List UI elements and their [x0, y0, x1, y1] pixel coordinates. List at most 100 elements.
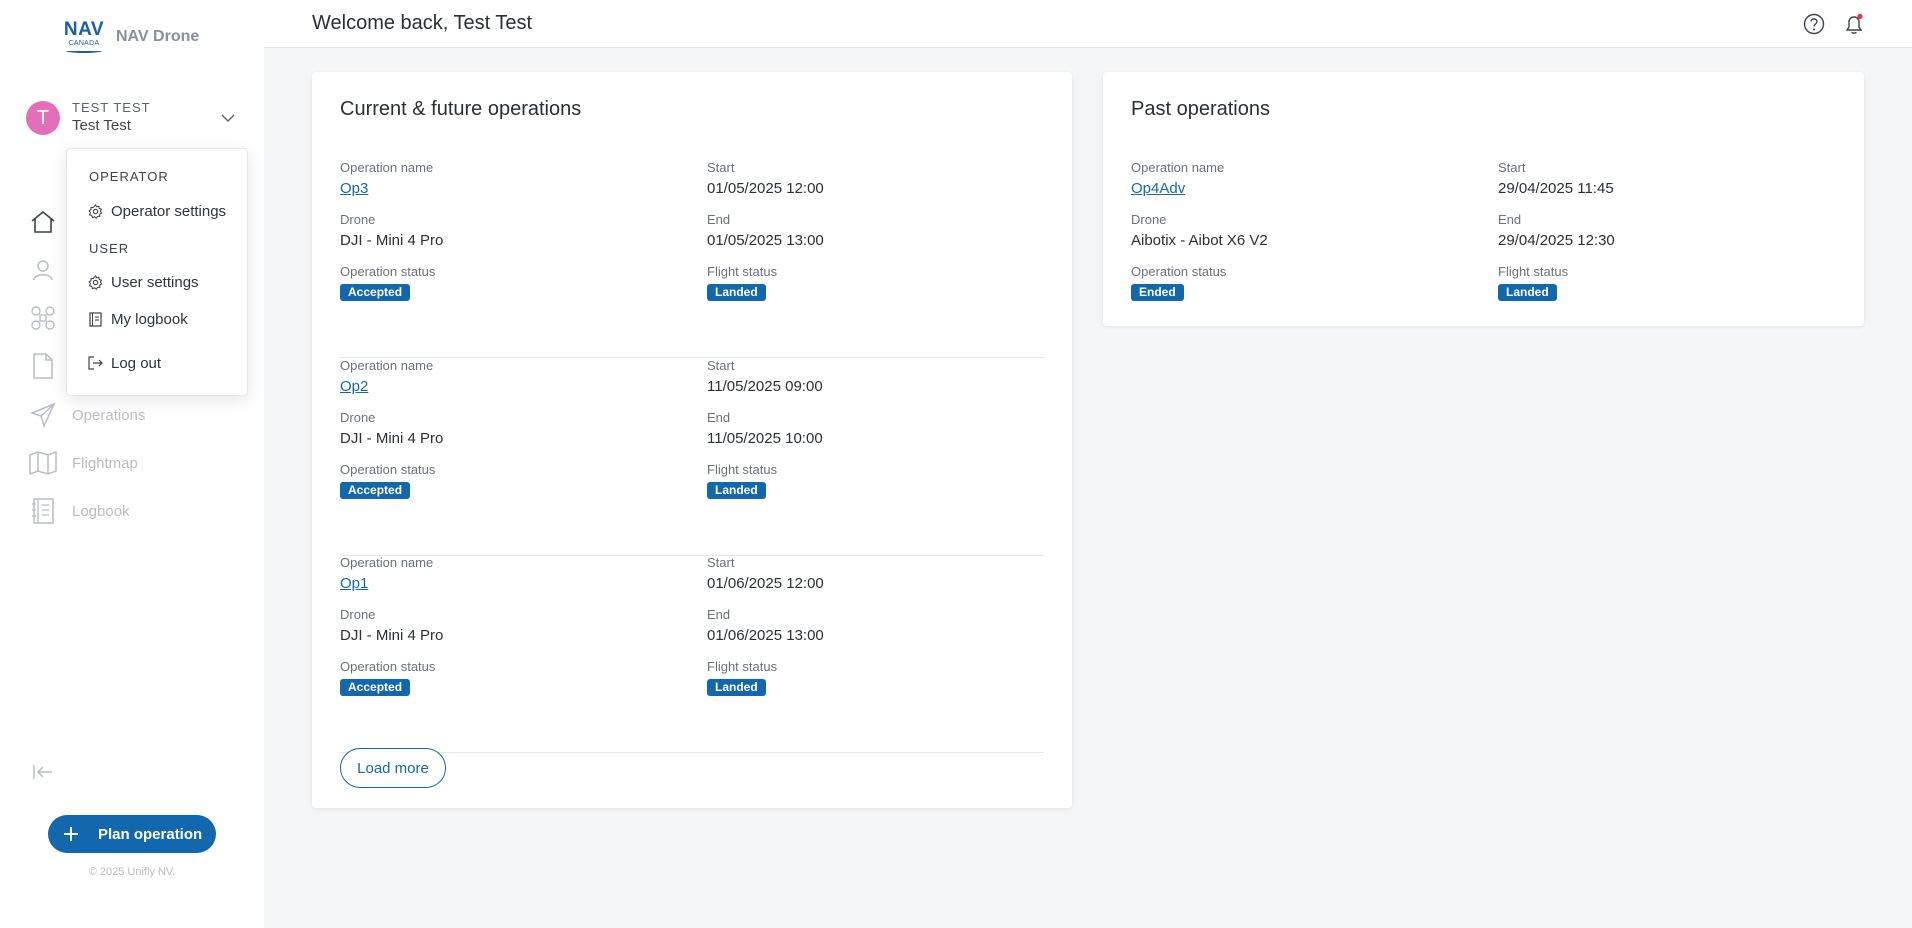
operation-link[interactable]: Op3 — [340, 179, 368, 199]
operation-name-label: Operation name — [340, 160, 434, 175]
user-settings-label: User settings — [111, 273, 199, 291]
user-dropdown-menu: OPERATOR Operator settings USER User set… — [66, 148, 248, 396]
notification-bell-icon[interactable] — [1842, 12, 1866, 36]
nav-canada-logo: NAV CANADA — [64, 20, 104, 53]
operation-item: Operation name Op1 Start 01/06/2025 12:00 … — [340, 555, 1044, 753]
load-more-button[interactable]: Load more — [340, 748, 446, 788]
end-value: 01/05/2025 13:00 — [707, 232, 824, 249]
operation-status-badge: Ended — [1131, 284, 1184, 301]
send-icon — [26, 398, 60, 432]
flight-status-badge: Landed — [707, 679, 766, 696]
brand-name: NAV Drone — [116, 27, 200, 45]
sidebar: NAV CANADA NAV Drone T TEST TEST Test Te… — [0, 0, 264, 928]
my-logbook-label: My logbook — [111, 310, 188, 328]
log-out-icon — [87, 355, 103, 371]
operation-link[interactable]: Op1 — [340, 574, 368, 594]
flight-status-badge: Landed — [707, 284, 766, 301]
menu-item-user-settings[interactable]: User settings — [87, 270, 237, 294]
logo-sub-text: CANADA — [68, 40, 100, 47]
nav-label-logbook: Logbook — [72, 502, 130, 520]
menu-item-log-out[interactable]: Log out — [87, 351, 237, 375]
logo-main-text: NAV — [63, 19, 105, 40]
operation-item: Operation name Op2 Start 11/05/2025 09:00 … — [340, 358, 1044, 556]
logbook-icon — [87, 311, 103, 327]
end-label: End — [1498, 212, 1522, 227]
start-value: 01/06/2025 12:00 — [707, 575, 824, 592]
operation-name-label: Operation name — [340, 555, 434, 570]
nav-item-operations[interactable]: Operations — [26, 395, 226, 435]
operation-link[interactable]: Op4Adv — [1131, 179, 1185, 199]
end-value: 01/06/2025 13:00 — [707, 627, 824, 644]
drone-label: Drone — [340, 607, 376, 622]
start-label: Start — [1498, 160, 1526, 175]
help-icon[interactable] — [1802, 12, 1826, 36]
operation-link[interactable]: Op2 — [340, 377, 368, 397]
user-name: Test Test — [72, 117, 131, 134]
end-label: End — [707, 410, 731, 425]
drone-value: DJI - Mini 4 Pro — [340, 627, 444, 644]
end-value: 29/04/2025 12:30 — [1498, 232, 1615, 249]
top-header: Welcome back, Test Test — [264, 0, 1912, 48]
nav-item-flightmap[interactable]: Flightmap — [26, 443, 226, 483]
gear-icon — [87, 203, 103, 219]
user-name-upper: TEST TEST — [72, 100, 151, 115]
flight-status-label: Flight status — [707, 462, 778, 477]
end-value: 11/05/2025 10:00 — [707, 430, 823, 447]
plan-operation-label: Plan operation — [98, 825, 203, 843]
chevron-down-icon[interactable] — [220, 110, 236, 126]
user-menu-toggle[interactable]: T TEST TEST Test Test — [26, 98, 236, 138]
menu-item-my-logbook[interactable]: My logbook — [87, 307, 237, 331]
past-operations-title: Past operations — [1131, 98, 1270, 120]
map-icon — [26, 446, 60, 480]
start-label: Start — [707, 160, 735, 175]
drone-value: Aibotix - Aibot X6 V2 — [1131, 232, 1268, 249]
document-icon — [26, 349, 60, 383]
operation-status-badge: Accepted — [340, 679, 411, 696]
start-value: 11/05/2025 09:00 — [707, 378, 823, 395]
operation-name-label: Operation name — [1131, 160, 1225, 175]
start-value: 29/04/2025 11:45 — [1498, 180, 1614, 197]
plus-icon — [62, 825, 80, 843]
log-out-label: Log out — [111, 354, 162, 372]
menu-item-operator-settings[interactable]: Operator settings — [87, 199, 237, 223]
current-operations-card: Current & future operations Operation na… — [312, 72, 1072, 808]
end-label: End — [707, 212, 731, 227]
collapse-sidebar-icon[interactable] — [32, 762, 54, 782]
nav-item-logbook[interactable]: Logbook — [26, 491, 226, 531]
current-operations-title: Current & future operations — [340, 98, 582, 120]
drone-label: Drone — [1131, 212, 1167, 227]
brand[interactable]: NAV CANADA NAV Drone — [64, 20, 199, 53]
user-icon — [26, 253, 60, 287]
operation-status-badge: Accepted — [340, 482, 411, 499]
operation-name-label: Operation name — [340, 358, 434, 373]
flight-status-label: Flight status — [707, 264, 778, 279]
drone-value: DJI - Mini 4 Pro — [340, 232, 444, 249]
operation-status-label: Operation status — [1131, 264, 1227, 279]
welcome-title: Welcome back, Test Test — [312, 12, 533, 34]
nav-label-flightmap: Flightmap — [72, 454, 138, 472]
operation-status-label: Operation status — [340, 659, 436, 674]
drone-icon — [26, 301, 60, 335]
start-value: 01/05/2025 12:00 — [707, 180, 824, 197]
dropdown-section-user: USER — [89, 241, 130, 256]
operation-item: Operation name Op3 Start 01/05/2025 12:00 … — [340, 160, 1044, 358]
end-label: End — [707, 607, 731, 622]
start-label: Start — [707, 358, 735, 373]
drone-label: Drone — [340, 410, 376, 425]
avatar: T — [26, 101, 60, 135]
dropdown-section-operator: OPERATOR — [89, 169, 169, 184]
flight-status-badge: Landed — [707, 482, 766, 499]
drone-value: DJI - Mini 4 Pro — [340, 430, 444, 447]
operation-status-label: Operation status — [340, 462, 436, 477]
gear-icon — [87, 274, 103, 290]
flight-status-label: Flight status — [1498, 264, 1569, 279]
plan-operation-button[interactable]: Plan operation — [48, 815, 216, 853]
start-label: Start — [707, 555, 735, 570]
copyright: © 2025 Unifly NV. — [88, 866, 176, 878]
logbook-icon — [26, 494, 60, 528]
operation-status-label: Operation status — [340, 264, 436, 279]
nav-label-operations: Operations — [72, 406, 146, 424]
flight-status-label: Flight status — [707, 659, 778, 674]
flight-status-badge: Landed — [1498, 284, 1557, 301]
operation-item: Operation name Op4Adv Start 29/04/2025 11:… — [1131, 160, 1835, 358]
